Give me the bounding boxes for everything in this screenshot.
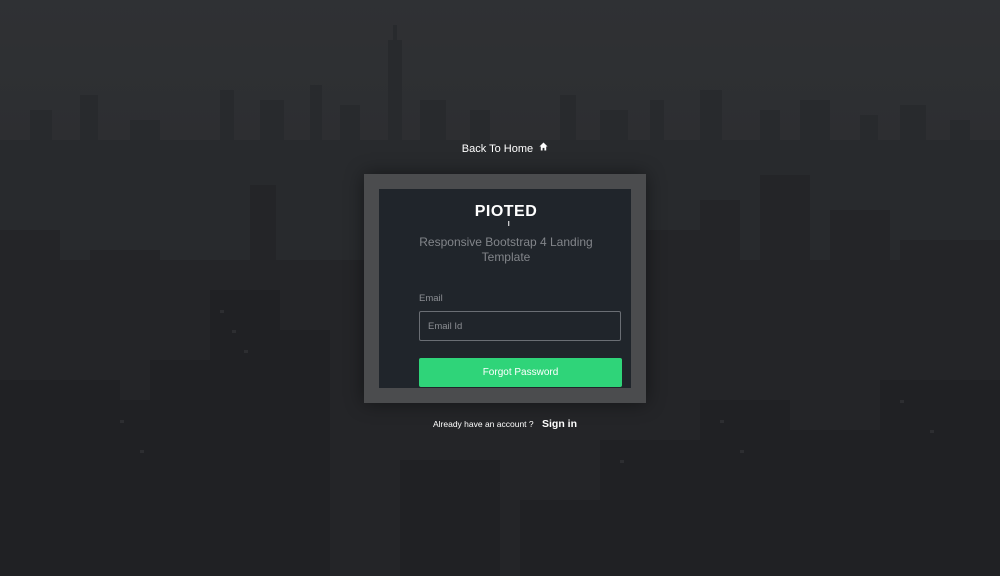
logo-text-suffix: ED	[514, 203, 538, 220]
logo-text-t: T	[503, 203, 515, 220]
sign-in-link[interactable]: Sign in	[542, 418, 577, 430]
forgot-password-button[interactable]: Forgot Password	[419, 358, 622, 387]
back-to-home-label: Back To Home	[461, 143, 534, 155]
card-subtitle: Responsive Bootstrap 4 Landing Template	[419, 235, 593, 264]
signin-prompt-row: Already have an account ? Sign in	[0, 418, 1000, 430]
brand-logo: PIOTED	[379, 203, 633, 221]
back-to-home-link[interactable]: Back To Home	[0, 142, 1000, 155]
logo-text-prefix: PIO	[474, 203, 504, 220]
email-field[interactable]	[419, 311, 621, 341]
email-label: Email	[419, 293, 443, 304]
account-prompt-text: Already have an account ?	[432, 419, 534, 429]
home-icon	[539, 142, 548, 154]
login-card-frame: PIOTED Responsive Bootstrap 4 Landing Te…	[364, 174, 646, 403]
forgot-password-card: PIOTED Responsive Bootstrap 4 Landing Te…	[379, 189, 631, 388]
